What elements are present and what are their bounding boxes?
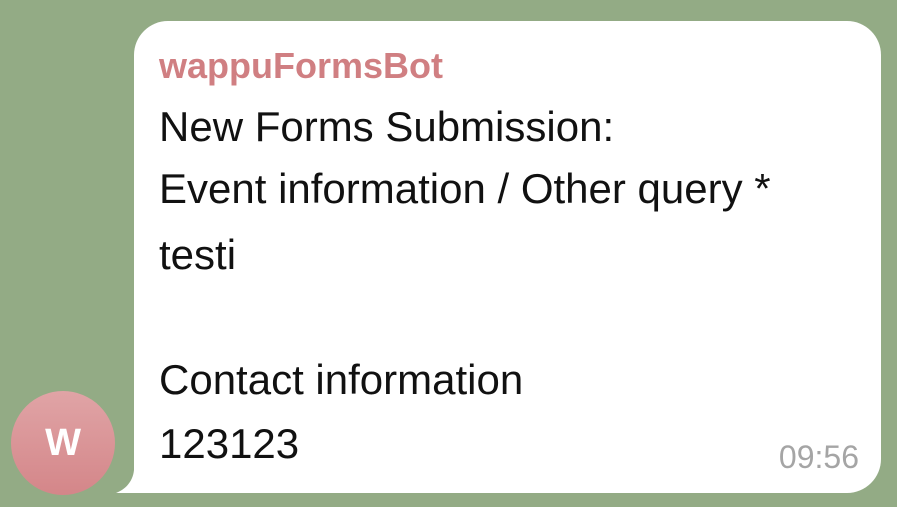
message-line: New Forms Submission: (159, 103, 615, 150)
message-line: testi (159, 231, 237, 278)
chat-area: W wappuFormsBot New Forms Submission: Ev… (0, 0, 897, 507)
message-line: Event information / Other query * (159, 165, 771, 212)
message-line: 123123 (159, 420, 300, 467)
avatar[interactable]: W (11, 391, 115, 495)
message-bubble[interactable]: wappuFormsBot New Forms Submission: Even… (134, 21, 881, 493)
sender-name[interactable]: wappuFormsBot (159, 43, 443, 89)
avatar-letter: W (45, 421, 81, 464)
message-line: Contact information (159, 356, 524, 403)
message-timestamp: 09:56 (778, 439, 859, 475)
